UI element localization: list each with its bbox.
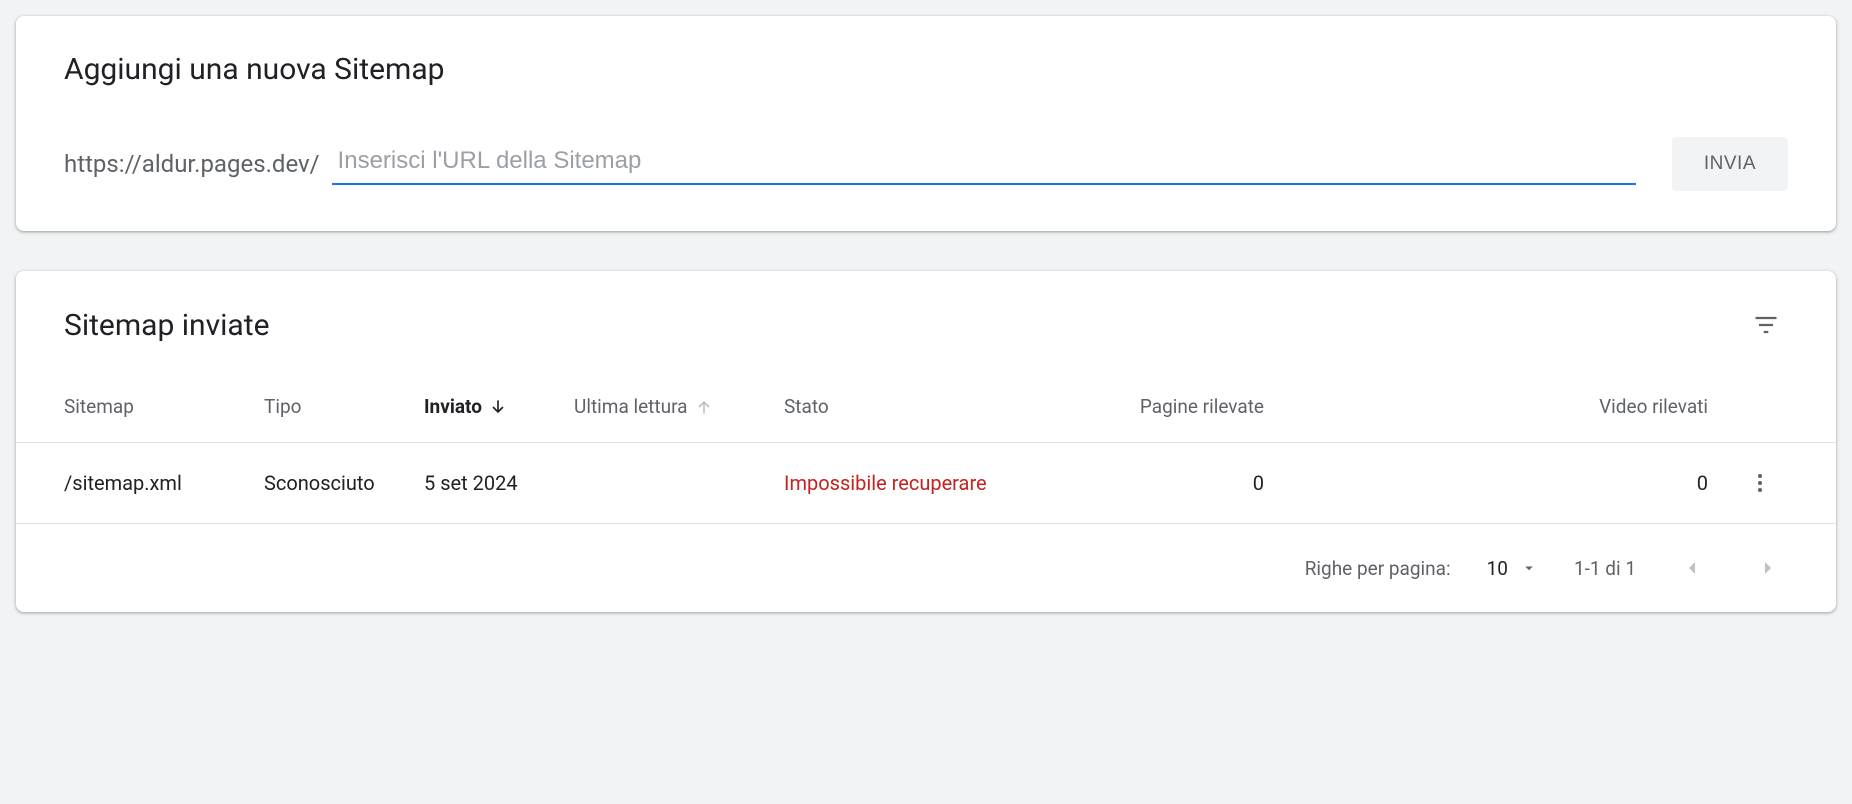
row-stato: Impossibile recuperare	[784, 471, 1094, 495]
arrow-down-icon	[488, 397, 508, 417]
col-header-ultima-label: Ultima lettura	[574, 395, 688, 418]
row-sitemap: /sitemap.xml	[64, 471, 264, 495]
pagination: Righe per pagina: 10 1-1 di 1	[16, 524, 1836, 612]
rows-per-page-select[interactable]: 10	[1487, 557, 1538, 580]
next-page-icon[interactable]	[1748, 548, 1788, 588]
submitted-sitemaps-card: Sitemap inviate Sitemap Tipo Inviato Ult…	[16, 271, 1836, 612]
row-video: 0	[1264, 471, 1748, 495]
card-header: Sitemap inviate	[16, 271, 1836, 395]
rows-per-page-value: 10	[1487, 557, 1508, 580]
col-header-sitemap[interactable]: Sitemap	[64, 395, 264, 418]
dropdown-icon	[1520, 559, 1538, 577]
col-header-inviato[interactable]: Inviato	[424, 395, 574, 418]
url-prefix: https://aldur.pages.dev/	[64, 150, 320, 178]
sitemap-url-input[interactable]	[332, 143, 1636, 185]
row-tipo: Sconosciuto	[264, 471, 424, 495]
submit-button[interactable]: INVIA	[1672, 137, 1788, 191]
rows-per-page-label: Righe per pagina:	[1305, 557, 1451, 580]
col-header-pagine[interactable]: Pagine rilevate	[1094, 395, 1264, 418]
col-header-video[interactable]: Video rilevati	[1264, 395, 1748, 418]
add-sitemap-title: Aggiungi una nuova Sitemap	[64, 52, 1788, 87]
col-header-tipo[interactable]: Tipo	[264, 395, 424, 418]
prev-page-icon[interactable]	[1672, 548, 1712, 588]
col-header-inviato-label: Inviato	[424, 395, 482, 418]
col-header-stato[interactable]: Stato	[784, 395, 1094, 418]
more-menu-icon[interactable]	[1748, 471, 1788, 495]
col-header-ultima[interactable]: Ultima lettura	[574, 395, 784, 418]
add-sitemap-card: Aggiungi una nuova Sitemap https://aldur…	[16, 16, 1836, 231]
table-row[interactable]: /sitemap.xml Sconosciuto 5 set 2024 Impo…	[16, 443, 1836, 524]
pagination-range: 1-1 di 1	[1574, 557, 1636, 580]
row-inviato: 5 set 2024	[424, 471, 574, 495]
arrow-up-icon	[694, 397, 714, 417]
table-header: Sitemap Tipo Inviato Ultima lettura Stat…	[16, 395, 1836, 443]
add-sitemap-input-row: https://aldur.pages.dev/ INVIA	[64, 137, 1788, 191]
filter-icon[interactable]	[1744, 303, 1788, 347]
row-pagine: 0	[1094, 471, 1264, 495]
submitted-sitemaps-title: Sitemap inviate	[64, 308, 269, 343]
